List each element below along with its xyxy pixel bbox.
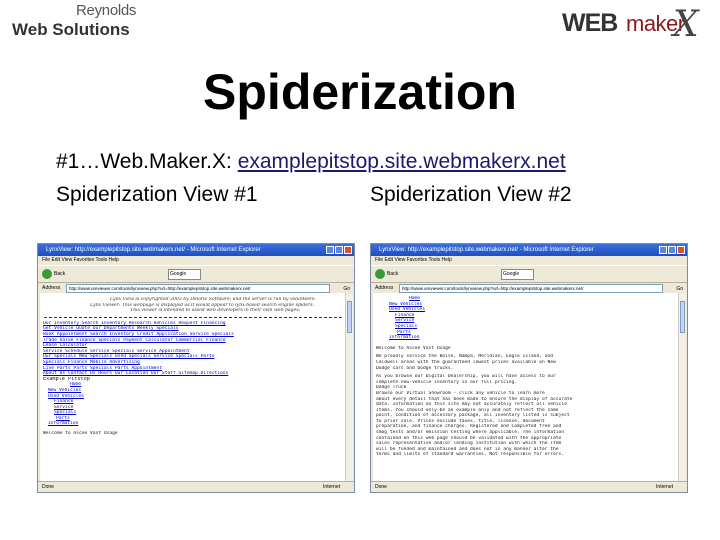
reynolds-web-solutions-logo: Reynolds Web Solutions xyxy=(8,2,178,42)
back-arrow-icon[interactable] xyxy=(375,268,385,279)
vertical-scrollbar[interactable] xyxy=(678,293,686,482)
window-controls xyxy=(658,246,685,256)
window-titlebar: LynxView: http://examplepitstop.site.web… xyxy=(38,244,354,256)
status-text: Done xyxy=(42,484,54,490)
status-bar: Done Internet xyxy=(38,481,354,492)
browser-window-view-2: LynxView: http://examplepitstop.site.web… xyxy=(370,243,688,493)
logo-left-bottom-text: Web Solutions xyxy=(12,20,130,39)
status-text: Done xyxy=(375,484,387,490)
close-icon[interactable] xyxy=(344,246,352,254)
go-button[interactable]: Go xyxy=(343,284,350,293)
window-title: LynxView: http://examplepitstop.site.web… xyxy=(46,247,261,253)
slide-title: Spiderization xyxy=(203,64,517,120)
divider xyxy=(44,316,342,318)
window-title: LynxView: http://examplepitstop.site.web… xyxy=(379,247,594,253)
security-zone: Internet xyxy=(656,484,673,490)
menu-bar[interactable]: File Edit View Favorites Tools Help xyxy=(371,256,687,265)
close-icon[interactable] xyxy=(677,246,685,254)
note-line: This viewer is intended to assist web de… xyxy=(130,308,301,314)
window-titlebar: LynxView: http://examplepitstop.site.web… xyxy=(371,244,687,256)
maximize-icon[interactable] xyxy=(335,246,343,254)
maximize-icon[interactable] xyxy=(668,246,676,254)
window-controls xyxy=(325,246,352,256)
menu-bar[interactable]: File Edit View Favorites Tools Help xyxy=(38,256,354,265)
back-button-label[interactable]: Back xyxy=(387,271,398,277)
toolbar: Back Google xyxy=(38,265,354,283)
minimize-icon[interactable] xyxy=(326,246,334,254)
webmakerx-logo: WEB maker X xyxy=(560,4,720,56)
address-bar: Address http://www.ureviewer.com/tools/l… xyxy=(371,283,687,293)
welcome-text: Welcome to Ascee Vast Usage xyxy=(43,431,118,437)
go-button[interactable]: Go xyxy=(676,284,683,293)
back-button-label[interactable]: Back xyxy=(54,271,65,277)
back-arrow-icon[interactable] xyxy=(42,268,52,279)
view2-label: Spiderization View #2 xyxy=(370,183,572,206)
page-content: Lynx View is copyrighted 2003 by Delorie… xyxy=(40,293,346,482)
browser-window-view-1: LynxView: http://examplepitstop.site.web… xyxy=(37,243,355,493)
address-bar: Address http://www.ureviewer.com/tools/l… xyxy=(38,283,354,293)
line1-prefix: #1…Web.Maker.X: xyxy=(56,150,238,173)
logo-left-top-text: Reynolds xyxy=(76,2,137,19)
address-label: Address xyxy=(42,285,61,291)
slide-line-1: #1…Web.Maker.X: examplepitstop.site.webm… xyxy=(56,150,566,174)
paragraph-line: terms and limits of standard warranties.… xyxy=(376,452,565,458)
address-label: Address xyxy=(375,285,394,291)
address-field[interactable]: http://www.ureviewer.com/tools/lynxview.… xyxy=(399,284,663,293)
scrollbar-thumb[interactable] xyxy=(680,301,685,333)
view1-label: Spiderization View #1 xyxy=(56,183,258,206)
google-search-box[interactable]: Google xyxy=(501,269,534,280)
address-field[interactable]: http://www.ureviewer.com/tools/lynxview.… xyxy=(66,284,330,293)
toolbar: Back Google xyxy=(371,265,687,283)
logo-right-web-text: WEB xyxy=(562,9,618,37)
vertical-scrollbar[interactable] xyxy=(345,293,353,482)
status-bar: Done Internet xyxy=(371,481,687,492)
scrollbar-thumb[interactable] xyxy=(347,301,352,333)
page-content: Home New Vehicles Used Vehicles Finance … xyxy=(373,293,679,482)
site-url-link[interactable]: examplepitstop.site.webmakerx.net xyxy=(238,150,566,173)
minimize-icon[interactable] xyxy=(659,246,667,254)
security-zone: Internet xyxy=(323,484,340,490)
logo-right-x-text: X xyxy=(673,4,699,45)
google-search-box[interactable]: Google xyxy=(168,269,201,280)
